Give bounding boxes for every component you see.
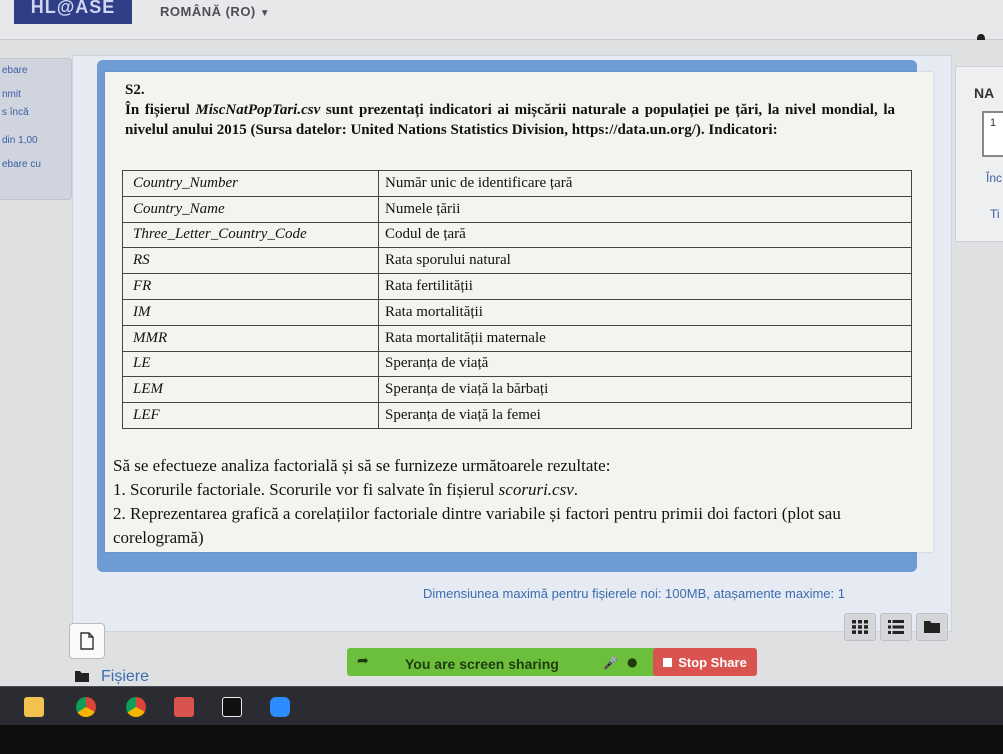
indicator-description: Rata mortalității maternale bbox=[378, 324, 912, 352]
indicator-description: Speranța de viață bbox=[378, 350, 912, 378]
language-label: ROMÂNĂ (RO) bbox=[160, 4, 256, 19]
question-heading: S2. bbox=[125, 82, 145, 98]
indicator-description: Numele țării bbox=[378, 195, 912, 223]
indicator-code: Country_Number bbox=[122, 170, 379, 197]
table-row: Country_Number Număr unic de identificare… bbox=[122, 170, 912, 197]
folder-view-icon bbox=[924, 621, 940, 633]
stop-icon bbox=[663, 657, 673, 667]
table-row: MMR Rata mortalității maternale bbox=[122, 324, 912, 352]
indicator-code: LEF bbox=[122, 402, 379, 429]
quiz-info-card: NA 1 Înc Ti bbox=[955, 66, 1003, 242]
file-icon bbox=[80, 632, 94, 650]
question-number: 1 bbox=[990, 117, 997, 129]
view-toggle-group bbox=[844, 613, 948, 641]
chrome-icon[interactable] bbox=[126, 697, 146, 717]
quiz-info-line: Ti bbox=[990, 207, 1000, 221]
tree-view-button[interactable] bbox=[916, 613, 948, 641]
file-explorer-icon[interactable] bbox=[24, 697, 44, 717]
table-row: LEF Speranța de viață la femei bbox=[122, 402, 912, 429]
file-name: MiscNatPopTari.csv bbox=[195, 102, 321, 118]
indicator-code: MMR bbox=[122, 324, 379, 352]
quiz-nav-line: din 1,00 bbox=[2, 135, 38, 146]
question-frame: S2. În fișierul MiscNatPopTari.csv sunt … bbox=[97, 60, 933, 572]
app-red-icon[interactable] bbox=[174, 697, 194, 717]
table-row: Country_Name Numele țării bbox=[122, 195, 912, 223]
task-intro: Să se efectueze analiza factorială și să… bbox=[113, 456, 611, 475]
language-menu[interactable]: ROMÂNĂ (RO) ▼ bbox=[160, 4, 270, 19]
chrome-icon[interactable] bbox=[76, 697, 96, 717]
screen-bezel bbox=[0, 725, 1003, 754]
stop-share-button[interactable]: Stop Share bbox=[653, 648, 757, 676]
grid-view-icon bbox=[852, 620, 868, 634]
task-item-2: 2. Reprezentarea grafică a corelațiilor … bbox=[113, 504, 841, 547]
indicator-description: Rata fertilității bbox=[378, 273, 912, 300]
indicator-code: Three_Letter_Country_Code bbox=[122, 221, 379, 249]
table-row: LEM Speranța de viață la bărbați bbox=[122, 376, 912, 404]
quiz-info-title: NA bbox=[974, 85, 995, 101]
table-row: LE Speranța de viață bbox=[122, 350, 912, 378]
table-row: Three_Letter_Country_Code Codul de țară bbox=[122, 221, 912, 249]
indicator-description: Codul de țară bbox=[378, 221, 912, 249]
pycharm-icon[interactable] bbox=[222, 697, 242, 717]
top-bar: HL@ASE ROMÂNĂ (RO) ▼ bbox=[0, 0, 1003, 47]
question-sheet: S2. În fișierul MiscNatPopTari.csv sunt … bbox=[105, 72, 933, 552]
table-row: FR Rata fertilității bbox=[122, 273, 912, 300]
indicator-code: FR bbox=[122, 273, 379, 300]
folder-icon bbox=[75, 671, 89, 682]
quiz-info-line[interactable]: Înc bbox=[986, 171, 1002, 185]
zoom-icon[interactable] bbox=[270, 697, 290, 717]
question-paragraph: În fișierul MiscNatPopTari.csv sunt prez… bbox=[125, 102, 895, 138]
indicator-code: RS bbox=[122, 247, 379, 275]
indicator-description: Speranța de viață la femei bbox=[378, 402, 912, 429]
indicator-description: Număr unic de identificare țară bbox=[378, 170, 912, 197]
indicator-code: Country_Name bbox=[122, 195, 379, 223]
screen-share-bar[interactable]: ➦ You are screen sharing 🎤 ● Stop Share bbox=[347, 648, 757, 676]
quiz-navigation-card: ebare nmit s încă din 1,00 ebare cu bbox=[0, 58, 72, 200]
task-text: Să se efectueze analiza factorială și să… bbox=[113, 454, 913, 550]
indicators-table: Country_Number Număr unic de identificare… bbox=[122, 170, 912, 429]
file-picker-button[interactable] bbox=[69, 623, 105, 659]
task-item-1: 1. Scorurile factoriale. Scorurile vor f… bbox=[113, 480, 578, 499]
chevron-down-icon: ▼ bbox=[259, 8, 271, 19]
windows-taskbar bbox=[0, 686, 1003, 725]
stop-share-label: Stop Share bbox=[678, 654, 747, 670]
files-label: Fișiere bbox=[101, 668, 150, 685]
output-file-name: scoruri.csv bbox=[498, 480, 574, 499]
quiz-nav-line: s încă bbox=[2, 107, 29, 118]
list-view-button[interactable] bbox=[880, 613, 912, 641]
indicator-description: Speranța de viață la bărbați bbox=[378, 376, 912, 404]
indicator-code: LE bbox=[122, 350, 379, 378]
arrow-icon: ➦ bbox=[357, 653, 369, 669]
site-logo[interactable]: HL@ASE bbox=[14, 0, 132, 24]
sharing-status: You are screen sharing bbox=[405, 656, 559, 672]
question-panel: S2. În fișierul MiscNatPopTari.csv sunt … bbox=[69, 55, 952, 685]
question-number-box[interactable]: 1 bbox=[982, 111, 1003, 157]
list-view-icon bbox=[888, 620, 904, 634]
indicator-description: Rata mortalității bbox=[378, 298, 912, 326]
mic-icon[interactable]: 🎤 bbox=[603, 656, 618, 670]
table-row: RS Rata sporului natural bbox=[122, 247, 912, 275]
shield-icon[interactable]: ● bbox=[627, 655, 637, 669]
quiz-nav-line: ebare bbox=[2, 65, 28, 76]
grid-view-button[interactable] bbox=[844, 613, 876, 641]
indicator-description: Rata sporului natural bbox=[378, 247, 912, 275]
table-row: IM Rata mortalității bbox=[122, 298, 912, 326]
upload-limits: Dimensiunea maximă pentru fișierele noi:… bbox=[423, 586, 845, 601]
indicator-code: IM bbox=[122, 298, 379, 326]
quiz-nav-line: ebare cu bbox=[2, 159, 41, 170]
files-section[interactable]: Fișiere bbox=[75, 668, 149, 686]
quiz-nav-line: nmit bbox=[2, 89, 21, 100]
indicator-code: LEM bbox=[122, 376, 379, 404]
